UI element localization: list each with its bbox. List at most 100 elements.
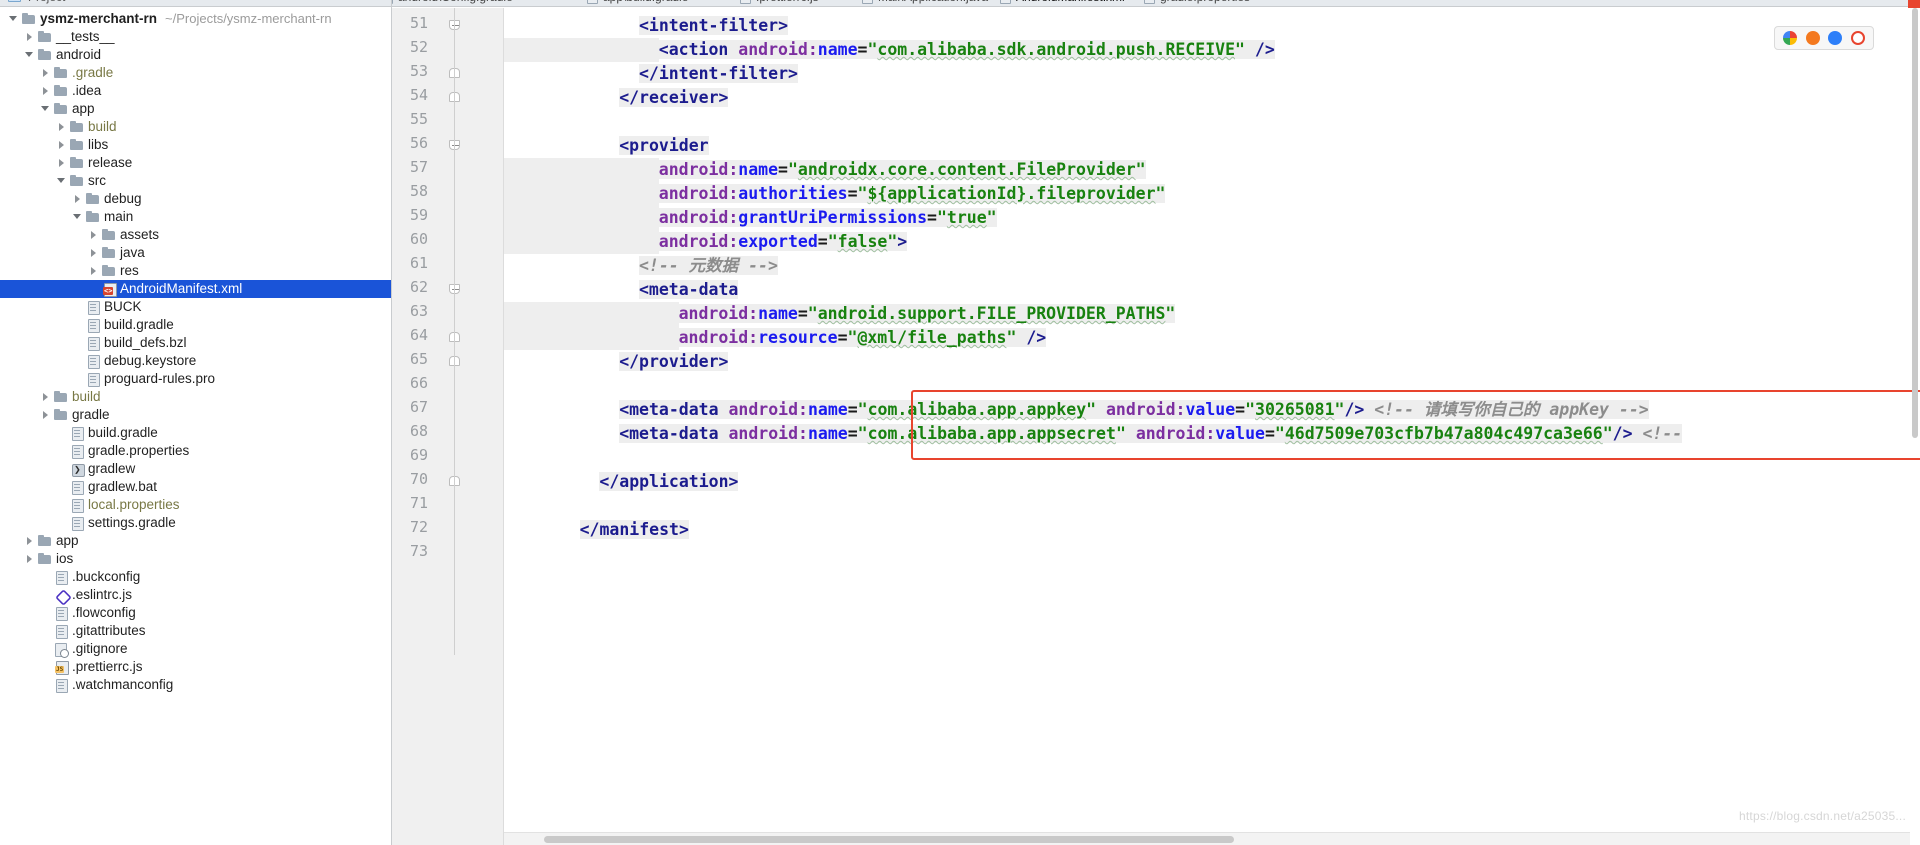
tree-item[interactable]: app [0,532,391,550]
code-line[interactable]: <meta-data [639,278,739,302]
chevron-right-icon[interactable] [88,226,101,244]
code-line[interactable]: android:exported="false"> [658,230,908,254]
code-line[interactable]: <meta-data android:name="com.alibaba.app… [619,398,1649,422]
tree-item[interactable]: debug [0,190,391,208]
tree-item[interactable]: .idea [0,82,391,100]
tree-item[interactable]: ios [0,550,391,568]
fold-end-icon[interactable] [449,91,462,104]
chevron-right-icon[interactable] [56,136,69,154]
chevron-right-icon[interactable] [56,154,69,172]
chevron-right-icon[interactable] [40,406,53,424]
code-line[interactable]: <meta-data android:name="com.alibaba.app… [619,422,1683,446]
tree-item[interactable]: libs [0,136,391,154]
editor-tab-strip[interactable]: android\Config.gradle app\build.gradle .pr… [392,0,1920,7]
code-line[interactable]: android:resource="@xml/file_paths" /> [678,326,1047,350]
tree-item[interactable]: .prettierrc.js [0,658,391,676]
tree-item[interactable]: build [0,118,391,136]
tree-item-selected[interactable]: AndroidManifest.xml [0,280,391,298]
tree-item[interactable]: build [0,388,391,406]
code-line[interactable]: <!-- 元数据 --> [639,254,778,278]
vertical-scrollbar-thumb[interactable] [1912,8,1918,438]
chevron-down-icon[interactable] [40,100,53,118]
code-line[interactable]: </provider> [619,350,729,374]
chevron-down-icon[interactable] [56,172,69,190]
tree-item[interactable]: assets [0,226,391,244]
tree-item[interactable]: debug.keystore [0,352,391,370]
tree-item[interactable]: gradle.properties [0,442,391,460]
code-content[interactable]: <intent-filter> <action android:name="com… [504,8,1920,845]
tree-item[interactable]: local.properties [0,496,391,514]
tree-item[interactable]: .watchmanconfig [0,676,391,694]
tree-item[interactable]: gradlew.bat [0,478,391,496]
fold-collapse-icon[interactable] [449,19,462,32]
fold-collapse-icon[interactable] [449,283,462,296]
tree-item[interactable]: build.gradle [0,424,391,442]
code-line[interactable]: android:authorities="${applicationId}.fi… [658,182,1166,206]
tree-item[interactable]: .flowconfig [0,604,391,622]
editor-gutter[interactable]: 51 52 53 54 55 56 57 58 59 60 61 62 63 64 65 66 67 68 69 70… [392,8,504,845]
code-line[interactable]: </application> [599,470,739,494]
chevron-right-icon[interactable] [88,262,101,280]
warning-icon[interactable] [1805,31,1820,45]
horizontal-scrollbar-thumb[interactable] [544,836,1234,843]
chevron-right-icon[interactable] [40,64,53,82]
code-line[interactable]: android:name="androidx.core.content.File… [658,158,1146,182]
chevron-down-icon[interactable] [72,208,85,226]
tree-item[interactable]: app [0,100,391,118]
code-line[interactable]: android:grantUriPermissions="true" [658,206,997,230]
editor-tab[interactable]: android\Config.gradle [392,0,513,6]
tree-item[interactable]: main [0,208,391,226]
tree-item[interactable]: src [0,172,391,190]
tree-item[interactable]: java [0,244,391,262]
error-stripe-marker[interactable] [1908,0,1920,8]
editor-tab[interactable]: MainApplication.java [862,0,988,6]
horizontal-scrollbar[interactable] [504,832,1910,845]
tree-item[interactable]: BUCK [0,298,391,316]
fold-end-icon[interactable] [449,355,462,368]
tree-item[interactable]: release [0,154,391,172]
tree-item[interactable]: gradlew [0,460,391,478]
tree-item[interactable]: gradle [0,406,391,424]
editor-tab[interactable]: .prettierrc.js [740,0,819,6]
tree-item[interactable]: settings.gradle [0,514,391,532]
info-icon[interactable] [1828,31,1843,45]
fold-end-icon[interactable] [449,475,462,488]
code-line[interactable]: <intent-filter> [639,14,789,38]
editor-tab[interactable]: gradle.properties [1144,0,1250,6]
error-icon[interactable] [1850,31,1865,45]
code-line[interactable]: <provider [619,134,709,158]
tree-item[interactable]: .eslintrc.js [0,586,391,604]
chevron-down-icon[interactable] [8,10,21,28]
chevron-right-icon[interactable] [24,532,37,550]
vertical-scrollbar[interactable] [1910,8,1920,831]
chevron-right-icon[interactable] [24,550,37,568]
tree-item[interactable]: .buckconfig [0,568,391,586]
tree-item[interactable]: proguard-rules.pro [0,370,391,388]
tree-item[interactable]: ysmz-merchant-rn ~/Projects/ysmz-merchant… [0,10,391,28]
chevron-right-icon[interactable] [24,28,37,46]
chevron-right-icon[interactable] [40,388,53,406]
editor-tab-active[interactable]: AndroidManifest.xml [1000,0,1125,6]
chevron-right-icon[interactable] [72,190,85,208]
chevron-right-icon[interactable] [40,82,53,100]
code-line[interactable]: </intent-filter> [639,62,798,86]
chevron-right-icon[interactable] [88,244,101,262]
fold-collapse-icon[interactable] [449,139,462,152]
tree-item[interactable]: android [0,46,391,64]
tree-item[interactable]: .gitignore [0,640,391,658]
chevron-down-icon[interactable] [24,46,37,64]
spellcheck-icon[interactable] [1783,31,1798,45]
tree-item[interactable]: res [0,262,391,280]
tree-item[interactable]: .gitattributes [0,622,391,640]
editor-tab[interactable]: app\build.gradle [587,0,688,6]
tree-item[interactable]: .gradle [0,64,391,82]
tree-item[interactable]: build.gradle [0,316,391,334]
code-line[interactable]: </manifest> [579,518,689,542]
code-line[interactable]: </receiver> [619,86,729,110]
fold-end-icon[interactable] [449,67,462,80]
project-tree[interactable]: ysmz-merchant-rn ~/Projects/ysmz-merchant… [0,7,391,694]
inspection-widget[interactable] [1774,26,1874,50]
code-line[interactable]: <action android:name="com.alibaba.sdk.an… [658,38,1275,62]
fold-end-icon[interactable] [449,331,462,344]
chevron-right-icon[interactable] [56,118,69,136]
